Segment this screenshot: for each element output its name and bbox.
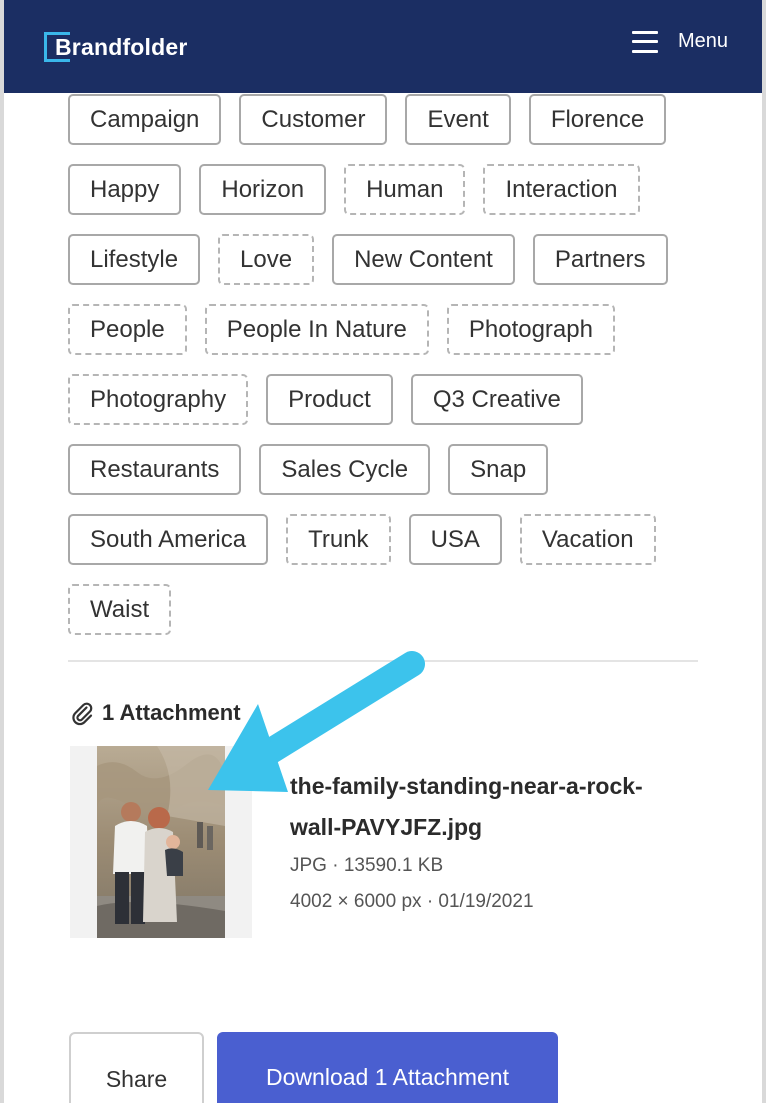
tag-chip[interactable]: Waist: [68, 584, 172, 635]
attachment-type-size: JPG · 13590.1 KB: [290, 855, 444, 876]
tag-chip[interactable]: Snap: [448, 444, 549, 495]
family-photo-thumbnail: [97, 746, 225, 938]
menu-button[interactable]: Menu: [631, 30, 728, 53]
attachment-thumbnail[interactable]: [70, 746, 252, 938]
tag-chip[interactable]: Human: [344, 164, 466, 215]
tag-chip[interactable]: People In Nature: [204, 304, 429, 355]
attachments-title: 1 Attachment: [102, 700, 241, 725]
attachments-heading: 1 Attachment: [70, 700, 241, 726]
tag-chip[interactable]: Horizon: [199, 164, 327, 215]
tag-chip[interactable]: Campaign: [68, 94, 222, 145]
paperclip-icon: [72, 702, 93, 726]
logo-bracket-icon: [44, 32, 70, 62]
tag-chip[interactable]: Florence: [528, 94, 667, 145]
tag-chip[interactable]: Photography: [68, 374, 249, 425]
tag-chip[interactable]: Restaurants: [68, 444, 242, 495]
top-navbar: Brandfolder Menu: [4, 0, 762, 93]
tag-chip[interactable]: Vacation: [519, 514, 656, 565]
tag-chip[interactable]: Trunk: [286, 514, 391, 565]
brand-logo[interactable]: Brandfolder: [44, 32, 188, 62]
tag-chip[interactable]: Partners: [532, 234, 668, 285]
tag-chip[interactable]: Product: [266, 374, 393, 425]
tag-chip[interactable]: New Content: [332, 234, 515, 285]
tag-chip[interactable]: People: [68, 304, 187, 355]
tag-chip[interactable]: Photograph: [446, 304, 615, 355]
tag-list: Campaign Customer Event Florence Happy Horizo…: [68, 94, 708, 635]
attachment-filename[interactable]: the-family-standing-near-a-rock-wall-PAV…: [290, 766, 690, 848]
tag-chip[interactable]: Love: [218, 234, 315, 285]
tag-chip[interactable]: South America: [68, 514, 269, 565]
download-attachment-button[interactable]: Download 1 Attachment: [217, 1032, 558, 1103]
menu-label: Menu: [677, 30, 728, 52]
tag-chip[interactable]: USA: [408, 514, 502, 565]
attachment-dimensions-date: 4002 × 6000 px · 01/19/2021: [290, 891, 534, 912]
tag-chip[interactable]: Interaction: [483, 164, 640, 215]
tag-chip[interactable]: Event: [405, 94, 511, 145]
tag-chip[interactable]: Lifestyle: [68, 234, 201, 285]
tag-chip[interactable]: Q3 Creative: [410, 374, 583, 425]
tag-chip[interactable]: Happy: [68, 164, 182, 215]
attachment-details: the-family-standing-near-a-rock-wall-PAV…: [290, 766, 690, 920]
section-divider: [68, 660, 698, 662]
share-button[interactable]: Share: [69, 1032, 204, 1103]
hamburger-icon: [631, 30, 658, 53]
tag-chip[interactable]: Customer: [239, 94, 388, 145]
tag-chip[interactable]: Sales Cycle: [259, 444, 431, 495]
